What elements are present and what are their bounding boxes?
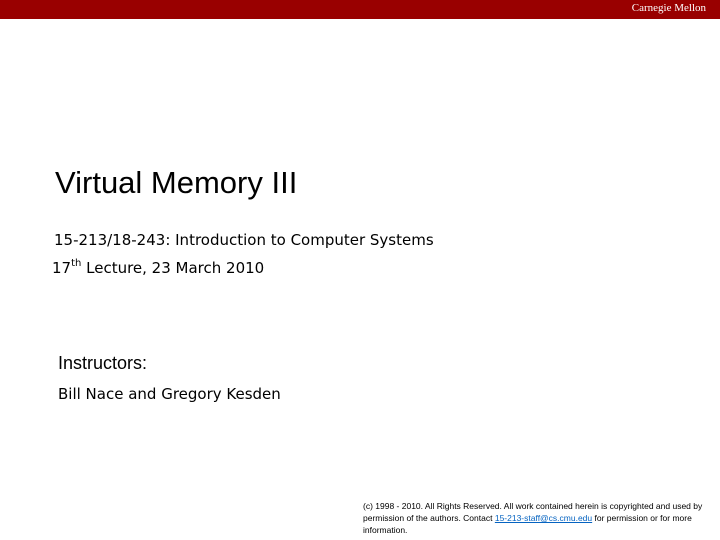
lecture-info: 17th Lecture, 23 March 2010 [52,254,434,282]
brand-label: Carnegie Mellon [631,2,706,14]
slide-title: Virtual Memory III [55,165,298,200]
lecture-number: 17 [52,259,72,277]
lecture-ordinal-suffix: th [71,258,82,269]
header-banner: Carnegie Mellon [0,0,720,19]
instructors-label: Instructors: [58,353,148,373]
contact-email-link[interactable]: 15-213-staff@cs.cmu.edu [495,513,592,523]
slide-subtitle: 15-213/18-243: Introduction to Computer … [52,226,434,282]
lecture-date: Lecture, 23 March 2010 [81,259,265,277]
course-name: 15-213/18-243: Introduction to Computer … [54,231,434,249]
instructors-names: Bill Nace and Gregory Kesden [58,385,281,403]
copyright-notice: (c) 1998 - 2010. All Rights Reserved. Al… [363,500,713,536]
